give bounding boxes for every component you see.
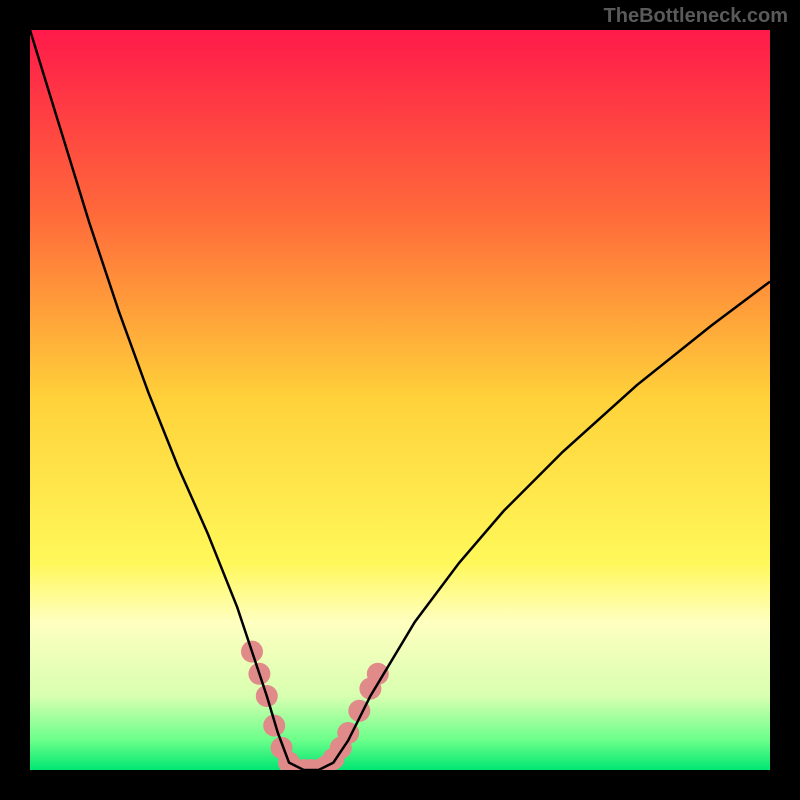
bottleneck-chart: [30, 30, 770, 770]
gradient-background: [30, 30, 770, 770]
chart-container: [30, 30, 770, 770]
watermark-text: TheBottleneck.com: [604, 5, 788, 28]
